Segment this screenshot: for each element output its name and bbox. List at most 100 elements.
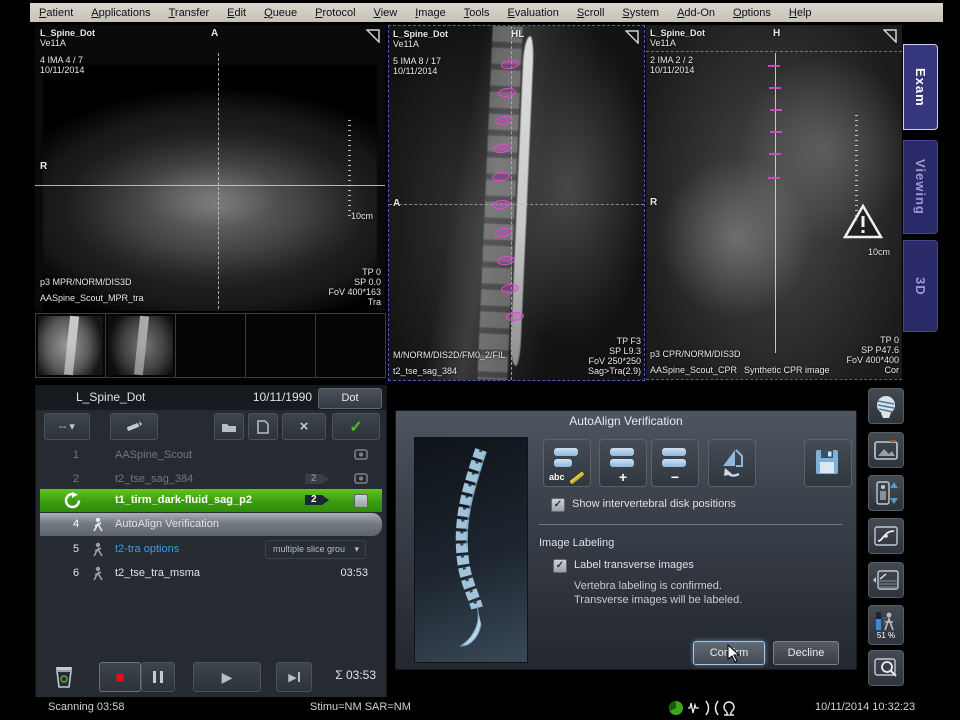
mouse-cursor [726,644,742,664]
protocol-name: AASpine_Scout [115,449,192,461]
thumbnail-1[interactable] [35,313,106,378]
vp1-date: 10/11/2014 [40,65,84,76]
viewport-axial[interactable]: L_Spine_Dot Ve11A 4 IMA 4 / 7 10/11/2014… [35,25,385,311]
thumbnail-2[interactable] [105,313,176,378]
snapshot-icon [354,472,368,484]
corner-handle-icon[interactable] [625,30,639,44]
queue-row-2[interactable]: 2 t2_tse_sag_384 2 [40,468,382,491]
menu-applications[interactable]: Applications [82,7,159,19]
show-disks-label: Show intervertebral disk positions [572,498,736,510]
flip-orientation-button[interactable] [708,439,756,487]
open-folder-button[interactable] [214,413,244,440]
menu-patient[interactable]: Patient [30,7,82,19]
copies-badge: 2 [304,472,330,486]
preview-search-button[interactable] [868,650,904,686]
queue-row-6[interactable]: 6 t2_tse_tra_msma 03:53 [40,562,382,585]
save-icon [805,440,849,484]
pause-button[interactable] [141,662,175,692]
vp3-scale-label: 10cm [868,247,890,258]
image-review-button[interactable] [868,432,904,468]
play-button[interactable]: ▶ [193,662,261,692]
queue-row-1[interactable]: 1 AASpine_Scout [40,444,382,467]
vp3-note: Synthetic CPR image [744,365,830,376]
menu-scroll[interactable]: Scroll [568,7,614,19]
menu-system[interactable]: System [613,7,668,19]
reference-hline [389,204,644,205]
table-position-button[interactable] [868,475,904,511]
queue-row-3-running[interactable]: t1_tirm_dark-fluid_sag_p2 2 [40,489,382,512]
label-transverse-checkbox[interactable]: ✓ [553,559,567,573]
stimulation-status: Stimu=NM SAR=NM [310,701,411,713]
tab-3d[interactable]: 3D [903,240,938,332]
viewport-sagittal[interactable]: L_Spine_Dot Ve11A 5 IMA 8 / 17 10/11/201… [388,25,645,381]
physio-waveform-icon [688,703,699,713]
pen-icon [125,420,143,434]
corner-handle-icon[interactable] [366,29,380,43]
application-window: Patient Applications Transfer Edit Queue… [0,0,960,720]
windowing-button[interactable] [868,518,904,554]
vp1-orient-left: R [40,161,47,172]
skip-button[interactable]: ▶ [276,662,312,692]
protocol-name: t2_tse_sag_384 [115,473,193,485]
corner-handle-icon[interactable] [883,29,897,43]
cancel-button[interactable]: × [282,413,326,440]
vp3-orient-left: R [650,197,657,208]
apply-button[interactable]: ✓ [332,413,380,440]
thumbnail-3[interactable] [175,313,246,378]
tab-exam[interactable]: Exam [903,44,938,130]
menu-help[interactable]: Help [780,7,821,19]
thumbnail-strip [35,313,385,378]
vertebra-icon [554,448,578,456]
reference-hline [646,51,902,52]
edit-protocol-button[interactable] [110,413,158,440]
menu-view[interactable]: View [365,7,407,19]
menu-transfer[interactable]: Transfer [160,7,219,19]
menu-protocol[interactable]: Protocol [306,7,364,19]
menu-edit[interactable]: Edit [218,7,255,19]
head-coil-button[interactable] [868,388,904,424]
warning-icon [842,203,884,241]
menu-queue[interactable]: Queue [255,7,306,19]
layout-button[interactable] [868,562,904,598]
queue-row-4-selected[interactable]: 4 AutoAlign Verification [40,513,382,536]
menu-tools[interactable]: Tools [455,7,499,19]
edit-labels-button[interactable]: abc [543,439,591,487]
stop-button[interactable]: ■ [99,662,141,692]
menu-image[interactable]: Image [406,7,455,19]
add-vertebra-button[interactable]: + [599,439,647,487]
tab-viewing[interactable]: Viewing [903,140,938,234]
vertebra-icon [662,448,686,456]
remove-vertebra-button[interactable]: − [651,439,699,487]
image-icon [874,439,898,461]
save-button[interactable] [804,439,852,487]
viewport-coronal[interactable]: L_Spine_Dot Ve11A 2 IMA 2 / 2 10/11/2014… [646,25,902,380]
sar-monitor-button[interactable]: 51 % [868,605,904,645]
trash-icon[interactable] [52,663,76,689]
queue-row-5[interactable]: 5 t2-tra options multiple slice grou ▾ [40,538,382,561]
user-interaction-icon [92,566,104,581]
decline-button[interactable]: Decline [773,641,839,665]
vp3-info2: AASpine_Scout_CPR [650,365,737,376]
thumbnail-4[interactable] [245,313,316,378]
dialog-title: AutoAlign Verification [396,414,856,428]
chevron-down-icon: ▾ [69,420,75,433]
vp1-plane: Tra [368,297,381,308]
menu-evaluation[interactable]: Evaluation [498,7,567,19]
sar-percentage: 51 % [877,632,895,640]
vp2-plane: Sag>Tra(2.9) [588,366,641,377]
copy-reference-button[interactable] [248,413,278,440]
dot-button[interactable]: Dot [318,388,382,409]
section-image-labeling: Image Labeling [539,537,614,549]
vp3-orient-top: H [773,28,780,39]
slice-group-dropdown[interactable]: multiple slice grou ▾ [265,540,366,559]
row-checkbox[interactable] [354,494,368,508]
vp2-date: 10/11/2014 [393,66,437,77]
folder-icon [221,421,237,433]
thumbnail-5[interactable] [315,313,386,378]
magnifier-icon [874,657,898,679]
menu-options[interactable]: Options [724,7,780,19]
menu-addon[interactable]: Add-On [668,7,724,19]
strategy-dropdown-button[interactable]: -- ▾ [44,413,90,440]
show-disks-checkbox[interactable]: ✓ [551,498,565,512]
vp1-orient-top: A [211,28,218,39]
